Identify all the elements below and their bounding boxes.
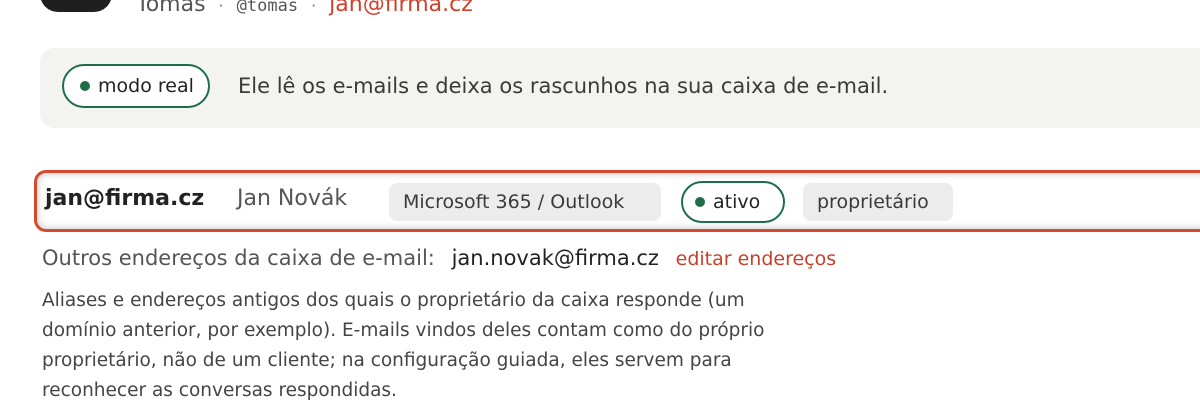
- other-addresses-line: Outros endereços da caixa de e-mail: jan…: [42, 246, 836, 270]
- mode-notice-text: Ele lê os e-mails e deixa os rascunhos n…: [238, 74, 889, 98]
- user-name: Tomas: [136, 0, 206, 17]
- mode-notice-box: modo real Ele lê os e-mails e deixa os r…: [40, 48, 1200, 128]
- user-email: jan@firma.cz: [329, 0, 473, 17]
- other-addresses-description: Aliases e endereços antigos dos quais o …: [42, 290, 765, 400]
- status-badge: ativo: [681, 181, 785, 223]
- status-dot-icon: [695, 197, 705, 207]
- status-label: ativo: [713, 191, 761, 213]
- account-owner-name: Jan Novák: [237, 186, 348, 211]
- other-addresses-label: Outros endereços da caixa de e-mail:: [42, 246, 435, 270]
- live-mode-label: modo real: [98, 75, 194, 97]
- avatar: [40, 0, 112, 12]
- status-dot-icon: [80, 81, 90, 91]
- mailbox-account-row[interactable]: jan@firma.cz Jan Novák Microsoft 365 / O…: [34, 170, 1200, 232]
- account-email: jan@firma.cz: [45, 186, 205, 211]
- other-addresses-value: jan.novak@firma.cz: [451, 246, 659, 270]
- separator-dot: ·: [311, 0, 317, 15]
- separator-dot: ·: [218, 0, 224, 15]
- live-mode-badge: modo real: [62, 64, 210, 108]
- mailbox-settings-page: Tomas · @tomas · jan@firma.cz modo real …: [0, 0, 1200, 400]
- user-handle: @tomas: [236, 0, 299, 16]
- role-badge: proprietário: [803, 183, 953, 221]
- edit-addresses-link[interactable]: editar endereços: [676, 248, 837, 270]
- provider-badge: Microsoft 365 / Outlook: [389, 183, 661, 221]
- user-info-line: Tomas · @tomas · jan@firma.cz: [136, 0, 473, 17]
